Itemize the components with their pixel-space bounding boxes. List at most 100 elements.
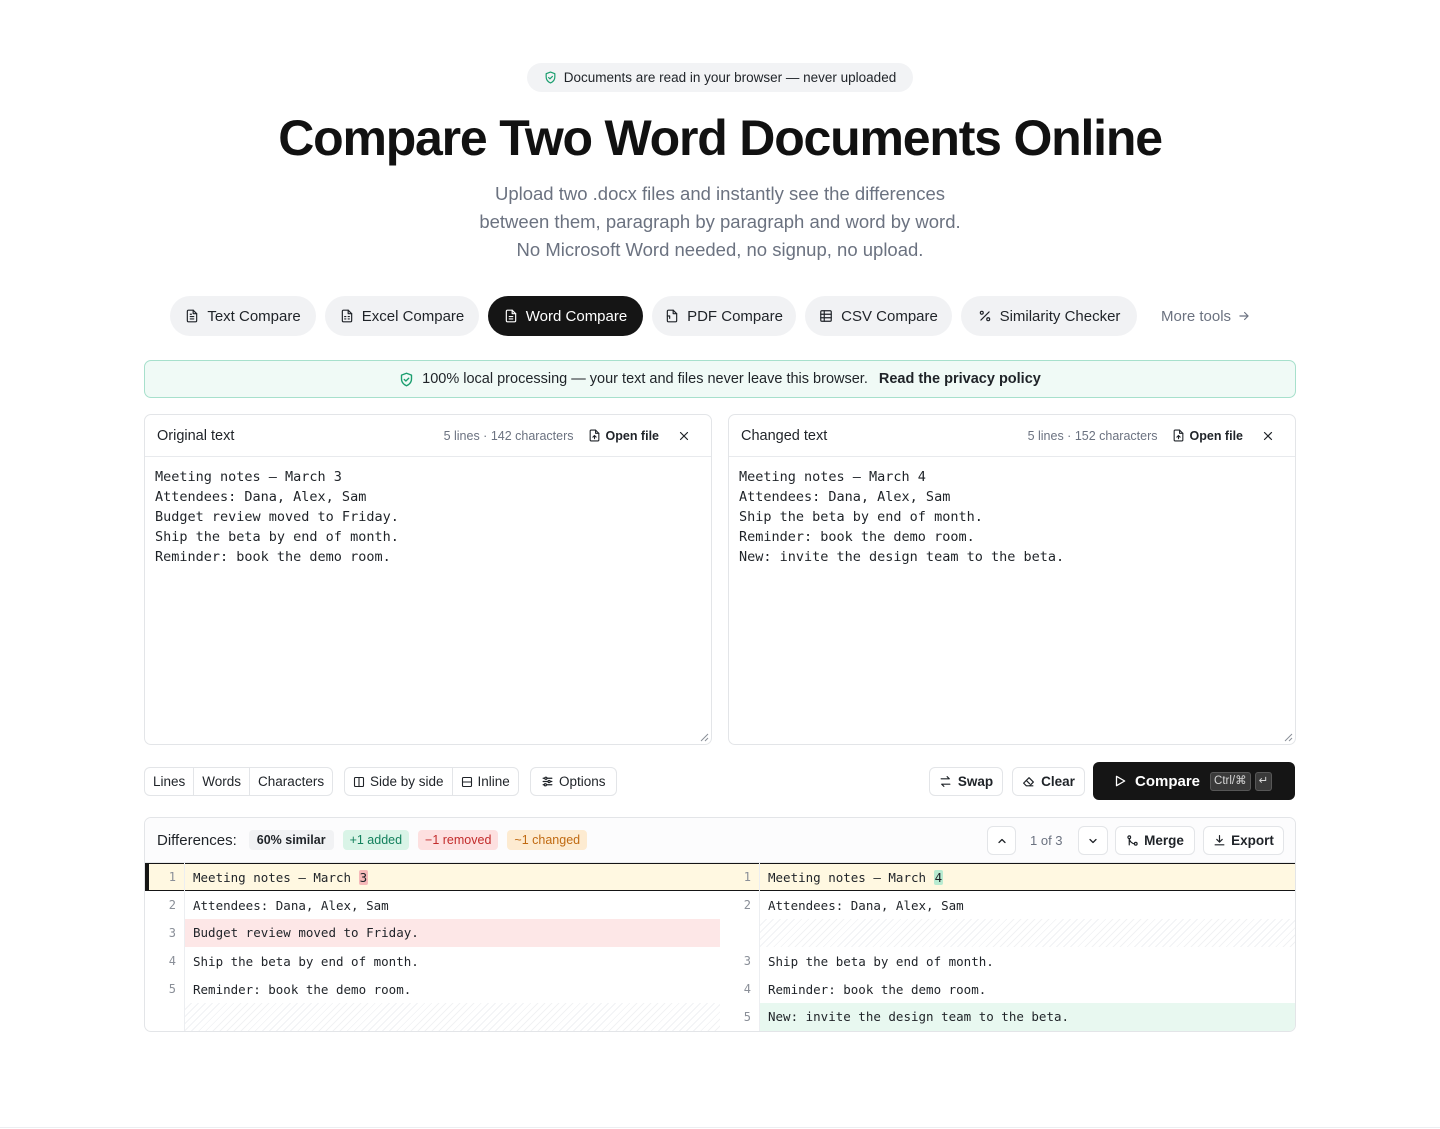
view-side-label: Side by side [370,774,444,789]
file-upload-icon [588,429,601,442]
tab-pdf-compare[interactable]: PDF Compare [652,296,796,336]
badge-text: Documents are read in your browser — nev… [563,70,897,85]
granularity-words[interactable]: Words [194,768,251,795]
original-text-area[interactable]: Meeting notes — March 3 Attendees: Dana,… [145,457,711,577]
diff-header: Differences: 60% similar +1 added −1 rem… [145,818,1295,863]
resize-handle-icon[interactable] [1284,733,1293,742]
file-text-icon [185,309,199,323]
gutter-divider [759,863,760,1031]
granularity-toggle: Lines Words Characters [144,767,334,796]
view-inline-label: Inline [477,774,510,789]
shield-check-icon [544,71,557,84]
document-icon [504,309,518,323]
changed-panel-header: Changed text 5 lines · 152 characters Op… [729,415,1295,457]
line-number: 5 [168,982,176,996]
original-text-panel: Original text 5 lines · 142 characters O… [144,414,712,745]
shortcut-modifier: Ctrl/⌘ [1210,771,1251,791]
close-icon [1262,430,1274,442]
line-text: New: invite the design team to the beta. [760,1003,1295,1031]
changed-clear-button[interactable] [1261,429,1275,443]
granularity-characters[interactable]: Characters [250,768,332,795]
compare-label: Compare [1135,772,1201,790]
diff-row-right: 2 Attendees: Dana, Alex, Sam [720,891,1295,919]
options-button[interactable]: Options [530,767,617,796]
diff-row-left-removed: 3 Budget review moved to Friday. [145,919,720,947]
tab-word-compare[interactable]: Word Compare [488,296,643,336]
tab-label: Text Compare [207,307,301,325]
tab-similarity-checker[interactable]: Similarity Checker [961,296,1137,336]
eraser-icon [1022,775,1035,788]
swap-icon [939,775,952,788]
clear-label: Clear [1041,774,1075,789]
table-icon [819,309,833,323]
original-open-file-button[interactable]: Open file [588,429,659,443]
page-title: Compare Two Word Documents Online [278,110,1163,166]
line-text: Meeting notes — March 3 [193,869,369,885]
privacy-badge: Documents are read in your browser — nev… [527,63,913,92]
gutter-divider [184,863,185,1031]
line-number: 4 [743,982,751,996]
pdf-file-icon [665,309,679,323]
swap-button[interactable]: Swap [929,767,1003,796]
diff-result-panel: Differences: 60% similar +1 added −1 rem… [144,817,1296,1032]
close-icon [678,430,690,442]
line-text: Reminder: book the demo room. [768,981,987,997]
similarity-badge: 60% similar [248,830,334,850]
download-icon [1213,834,1226,847]
tab-label: Word Compare [525,307,628,325]
options-content[interactable]: Options [531,768,616,795]
tab-csv-compare[interactable]: CSV Compare [805,296,952,336]
chevron-up-icon [996,835,1008,847]
privacy-policy-link[interactable]: Read the privacy policy [879,371,1041,387]
compare-button[interactable]: Compare Ctrl/⌘ ↵ [1093,762,1295,800]
footer-divider [0,1127,1440,1128]
diff-row-left-changed[interactable]: 1 Meeting notes — March 3 [145,863,720,891]
granularity-lines[interactable]: Lines [145,768,195,795]
tab-text-compare[interactable]: Text Compare [170,296,316,336]
line-text: Attendees: Dana, Alex, Sam [193,897,389,913]
rows-icon [461,776,473,788]
original-panel-title: Original text [157,427,235,444]
line-text: Meeting notes — March 4 [768,869,944,885]
original-clear-button[interactable] [677,429,691,443]
merge-button[interactable]: Merge [1115,826,1195,855]
previous-change-button[interactable] [987,826,1016,855]
next-change-button[interactable] [1078,826,1108,855]
view-mode-toggle: Side by side Inline [344,767,519,796]
swap-label: Swap [957,774,994,789]
columns-icon [353,776,365,788]
spreadsheet-file-icon [340,309,354,323]
open-file-label: Open file [1189,428,1243,443]
deleted-char: 3 [358,869,369,885]
diff-row-right-added: 5 New: invite the design team to the bet… [720,1003,1295,1031]
shield-check-icon [399,372,414,387]
page-subtitle: Upload two .docx files and instantly see… [479,183,961,260]
changed-open-file-button[interactable]: Open file [1172,429,1243,443]
original-panel-header: Original text 5 lines · 142 characters O… [145,415,711,457]
line-text: Ship the beta by end of month. [193,953,419,969]
line-number: 4 [168,954,176,968]
file-upload-icon [1172,429,1185,442]
export-button[interactable]: Export [1203,826,1284,855]
privacy-banner: 100% local processing — your text and fi… [144,360,1296,398]
changed-panel-title: Changed text [741,427,828,444]
line-number: 2 [168,898,176,912]
open-file-label: Open file [605,428,659,443]
view-side-by-side[interactable]: Side by side [345,768,453,795]
resize-handle-icon[interactable] [700,733,709,742]
chevron-down-icon [1087,835,1099,847]
line-number: 1 [743,870,751,884]
view-inline[interactable]: Inline [453,768,518,795]
line-number: 5 [743,1010,751,1024]
options-label: Options [559,774,606,789]
privacy-text: 100% local processing — your text and fi… [422,371,868,387]
changed-text-area[interactable]: Meeting notes — March 4 Attendees: Dana,… [729,457,1295,577]
removed-badge: −1 removed [418,830,499,850]
more-tools-link[interactable]: More tools [1161,296,1251,336]
line-text: Ship the beta by end of month. [768,953,994,969]
changed-badge: ~1 changed [507,830,588,850]
diff-row-left: 4 Ship the beta by end of month. [145,947,720,975]
tab-excel-compare[interactable]: Excel Compare [325,296,479,336]
diff-row-right-changed[interactable]: 1 Meeting notes — March 4 [720,863,1295,891]
clear-button[interactable]: Clear [1012,767,1085,796]
